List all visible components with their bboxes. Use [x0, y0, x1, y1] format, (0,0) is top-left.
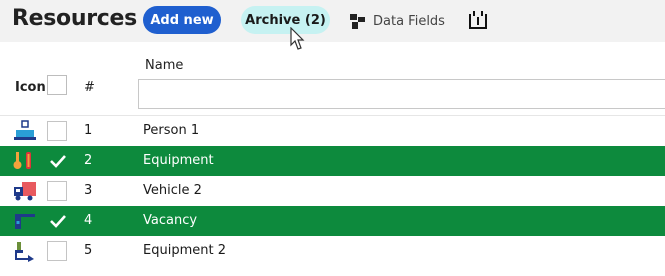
- table-row[interactable]: 4 Vacancy: [0, 206, 665, 236]
- data-fields-icon: [350, 13, 365, 29]
- row-name: Vehicle 2: [143, 183, 202, 198]
- table-row[interactable]: 3 Vehicle 2: [0, 176, 665, 206]
- column-header-name[interactable]: Name: [145, 58, 183, 73]
- table-row[interactable]: 5 Equipment 2: [0, 236, 665, 266]
- row-number: 1: [84, 123, 93, 138]
- row-number: 5: [84, 243, 93, 258]
- machine-icon: [15, 242, 34, 262]
- row-name: Person 1: [143, 123, 200, 138]
- equipment-icon: [13, 152, 31, 169]
- column-header-icon[interactable]: Icon: [15, 80, 46, 95]
- row-checkbox[interactable]: [47, 121, 67, 141]
- select-all-checkbox[interactable]: [47, 75, 67, 95]
- row-number: 4: [84, 213, 93, 228]
- truck-icon: [14, 182, 36, 201]
- checkmark-icon[interactable]: [48, 211, 68, 231]
- row-number: 3: [84, 183, 93, 198]
- checkmark-icon[interactable]: [48, 151, 68, 171]
- row-number: 2: [84, 153, 93, 168]
- row-name: Equipment: [143, 153, 214, 168]
- table-row[interactable]: 2 Equipment: [0, 146, 665, 176]
- add-new-button[interactable]: Add new: [143, 6, 221, 34]
- table-row[interactable]: 1 Person 1: [0, 116, 665, 146]
- data-fields-label: Data Fields: [373, 13, 445, 29]
- row-name: Vacancy: [143, 213, 198, 228]
- page-title: Resources: [12, 6, 137, 31]
- mouse-cursor-icon: [290, 27, 305, 50]
- row-name: Equipment 2: [143, 243, 226, 258]
- column-header-number[interactable]: #: [84, 80, 95, 95]
- calendar-history-icon[interactable]: [467, 9, 489, 31]
- data-fields-button[interactable]: Data Fields: [349, 11, 445, 31]
- row-checkbox[interactable]: [47, 241, 67, 261]
- person-icon: [14, 120, 36, 140]
- row-checkbox[interactable]: [47, 181, 67, 201]
- name-filter-input[interactable]: [138, 79, 665, 109]
- vacancy-icon: [15, 214, 35, 229]
- archive-button[interactable]: Archive (2): [241, 6, 330, 34]
